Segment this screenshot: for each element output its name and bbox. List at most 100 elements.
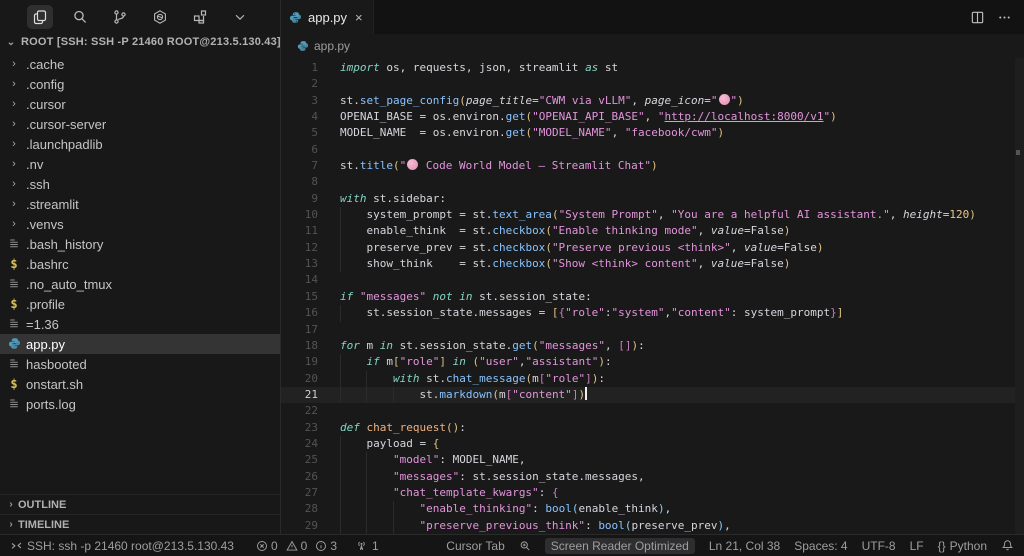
file-tree-item--bashrc[interactable]: $.bashrc <box>0 254 280 274</box>
remote-indicator[interactable]: SSH: ssh -p 21460 root@213.5.130.43 <box>10 539 234 553</box>
code-line-17[interactable]: 17 <box>281 322 1024 338</box>
file-tree-item--nv[interactable]: ›.nv <box>0 154 280 174</box>
code-token: get <box>512 339 532 352</box>
code-token: ) <box>830 110 837 123</box>
code-token: enable_think <box>578 502 657 515</box>
file-tree-item-app-py[interactable]: app.py <box>0 334 280 354</box>
close-icon[interactable]: × <box>355 10 363 25</box>
code-token: preserve_prev <box>631 519 717 532</box>
code-line-16[interactable]: 16 st.session_state.messages = [{"role":… <box>281 305 1024 321</box>
file-tree-item--cursor-server[interactable]: ›.cursor-server <box>0 114 280 134</box>
code-token: "content" <box>512 388 572 401</box>
code-line-11[interactable]: 11 enable_think = st.checkbox("Enable th… <box>281 223 1024 239</box>
indent-guide <box>340 469 341 485</box>
file-tree-item--launchpadlib[interactable]: ›.launchpadlib <box>0 134 280 154</box>
code-editor[interactable]: 1import os, requests, json, streamlit as… <box>281 58 1024 534</box>
file-tree-item--bash-history[interactable]: .bash_history <box>0 234 280 254</box>
code-line-25[interactable]: 25 "model": MODEL_NAME, <box>281 452 1024 468</box>
code-token: ] <box>837 306 844 319</box>
indentation-indicator[interactable]: Spaces: 4 <box>794 539 847 553</box>
code-line-15[interactable]: 15if "messages" not in st.session_state: <box>281 289 1024 305</box>
file-label: .nv <box>26 157 43 172</box>
code-line-5[interactable]: 5MODEL_NAME = os.environ.get("MODEL_NAME… <box>281 125 1024 141</box>
breadcrumb-file[interactable]: app.py <box>314 39 350 53</box>
bell-icon[interactable] <box>1001 539 1014 552</box>
file-tree-item-ports-log[interactable]: ports.log <box>0 394 280 414</box>
chevron-down-icon[interactable] <box>227 5 253 29</box>
file-label: .bash_history <box>26 237 103 252</box>
code-line-20[interactable]: 20 with st.chat_message(m["role"]): <box>281 371 1024 387</box>
code-line-23[interactable]: 23def chat_request(): <box>281 420 1024 436</box>
code-line-13[interactable]: 13 show_think = st.checkbox("Show <think… <box>281 256 1024 272</box>
timeline-panel-header[interactable]: › TIMELINE <box>0 514 280 534</box>
tab-app-py[interactable]: app.py × <box>281 0 374 34</box>
explorer-icon[interactable] <box>27 5 53 29</box>
file-tree-item--cursor[interactable]: ›.cursor <box>0 94 280 114</box>
file-tree-item--streamlit[interactable]: ›.streamlit <box>0 194 280 214</box>
scrollbar[interactable] <box>1015 58 1024 534</box>
file-tree-item--1-36[interactable]: =1.36 <box>0 314 280 334</box>
code-line-6[interactable]: 6 <box>281 142 1024 158</box>
file-tree-item-hasbooted[interactable]: hasbooted <box>0 354 280 374</box>
code-line-14[interactable]: 14 <box>281 272 1024 288</box>
code-line-21[interactable]: 21 st.markdown(m["content"]) <box>281 387 1024 403</box>
zoom-indicator[interactable] <box>519 540 531 552</box>
code-token: : <box>459 421 466 434</box>
file-tree-item--cache[interactable]: ›.cache <box>0 54 280 74</box>
code-line-9[interactable]: 9with st.sidebar: <box>281 191 1024 207</box>
code-token: if <box>367 355 380 368</box>
search-icon[interactable] <box>67 5 93 29</box>
code-line-12[interactable]: 12 preserve_prev = st.checkbox("Preserve… <box>281 240 1024 256</box>
file-icon <box>6 317 22 331</box>
shell-file-icon: $ <box>6 258 22 270</box>
code-line-19[interactable]: 19 if m["role"] in ("user","assistant"): <box>281 354 1024 370</box>
code-token <box>340 355 367 368</box>
file-tree-item--config[interactable]: ›.config <box>0 74 280 94</box>
code-line-24[interactable]: 24 payload = { <box>281 436 1024 452</box>
code-line-22[interactable]: 22 <box>281 403 1024 419</box>
eol-indicator[interactable]: LF <box>910 539 924 553</box>
code-line-2[interactable]: 2 <box>281 76 1024 92</box>
activity-bar <box>0 0 280 32</box>
code-token <box>466 355 473 368</box>
file-tree-item--venvs[interactable]: ›.venvs <box>0 214 280 234</box>
indent-guide <box>340 305 341 321</box>
code-line-4[interactable]: 4OPENAI_BASE = os.environ.get("OPENAI_AP… <box>281 109 1024 125</box>
file-tree-item--profile[interactable]: $.profile <box>0 294 280 314</box>
breadcrumb[interactable]: app.py <box>281 34 1024 58</box>
code-line-10[interactable]: 10 system_prompt = st.text_area("System … <box>281 207 1024 223</box>
remote-cube-icon[interactable] <box>147 5 173 29</box>
cursor-tab-indicator[interactable]: Cursor Tab <box>446 539 504 553</box>
problems-indicator[interactable]: 0 0 3 <box>256 539 337 553</box>
code-line-3[interactable]: 3st.set_page_config(page_title="CWM via … <box>281 93 1024 109</box>
explorer-section-header[interactable]: ⌄ ROOT [SSH: SSH -P 21460 ROOT@213.5.130… <box>0 32 280 52</box>
language-indicator[interactable]: {} Python <box>938 539 987 553</box>
split-editor-icon[interactable] <box>970 10 985 25</box>
screen-reader-indicator[interactable]: Screen Reader Optimized <box>545 538 695 554</box>
more-actions-icon[interactable] <box>997 10 1012 25</box>
code-token: st.session_state.messages = <box>340 306 552 319</box>
file-label: .config <box>26 77 64 92</box>
file-tree-item-onstart-sh[interactable]: $onstart.sh <box>0 374 280 394</box>
source-control-icon[interactable] <box>107 5 133 29</box>
extensions-icon[interactable] <box>187 5 213 29</box>
encoding-indicator[interactable]: UTF-8 <box>862 539 896 553</box>
code-line-18[interactable]: 18for m in st.session_state.get("message… <box>281 338 1024 354</box>
indent-guide <box>340 354 341 370</box>
code-line-7[interactable]: 7st.title(" Code World Model — Streamlit… <box>281 158 1024 174</box>
outline-panel-header[interactable]: › OUTLINE <box>0 494 280 514</box>
file-tree-item--no-auto-tmux[interactable]: .no_auto_tmux <box>0 274 280 294</box>
code-line-27[interactable]: 27 "chat_template_kwargs": { <box>281 485 1024 501</box>
code-line-8[interactable]: 8 <box>281 174 1024 190</box>
code-line-1[interactable]: 1import os, requests, json, streamlit as… <box>281 60 1024 76</box>
code-line-28[interactable]: 28 "enable_thinking": bool(enable_think)… <box>281 501 1024 517</box>
code-token: ) <box>718 126 725 139</box>
chevron-right-icon: › <box>6 138 22 150</box>
code-line-29[interactable]: 29 "preserve_previous_think": bool(prese… <box>281 518 1024 534</box>
ports-indicator[interactable]: 1 <box>355 539 379 553</box>
code-token: 120 <box>949 208 969 221</box>
file-tree-item--ssh[interactable]: ›.ssh <box>0 174 280 194</box>
cursor-position[interactable]: Ln 21, Col 38 <box>709 539 780 553</box>
code-line-26[interactable]: 26 "messages": st.session_state.messages… <box>281 469 1024 485</box>
line-number: 11 <box>281 223 318 239</box>
